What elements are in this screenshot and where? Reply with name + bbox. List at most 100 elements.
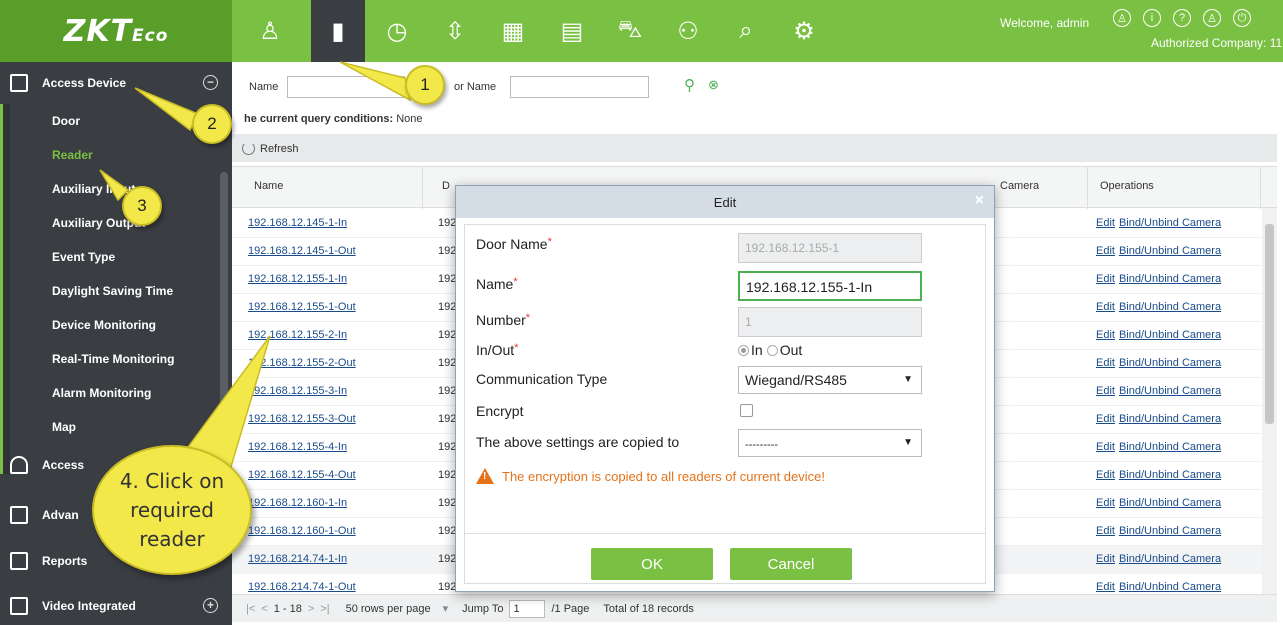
sidebar-item-door[interactable]: Door: [10, 104, 220, 138]
sidebar-scrollbar[interactable]: [220, 172, 228, 452]
rows-per-page-select[interactable]: 50 rows per page: [346, 603, 431, 615]
sidebar-item-device-monitoring[interactable]: Device Monitoring: [10, 308, 220, 342]
col-camera[interactable]: Camera: [1000, 180, 1039, 192]
bind-camera-link[interactable]: Bind/Unbind Camera: [1119, 581, 1221, 593]
sidebar-group-access-device[interactable]: Access Device −: [0, 62, 232, 104]
reader-name-link[interactable]: 192.168.214.74-1-Out: [248, 581, 356, 593]
comm-type-select[interactable]: Wiegand/RS485 ▼: [738, 366, 922, 394]
sidebar-item-alarm-monitoring[interactable]: Alarm Monitoring: [10, 376, 220, 410]
reader-name-link[interactable]: 192.168.12.155-4-In: [248, 441, 347, 453]
reader-name-link[interactable]: 192.168.12.155-3-In: [248, 385, 347, 397]
bind-camera-link[interactable]: Bind/Unbind Camera: [1119, 301, 1221, 313]
reader-name-link[interactable]: 192.168.12.155-2-Out: [248, 357, 356, 369]
video-module-icon[interactable]: ⌕: [719, 0, 773, 62]
col-operations[interactable]: Operations: [1100, 180, 1154, 192]
out-radio[interactable]: [766, 344, 778, 356]
reader-name-link[interactable]: 192.168.12.145-1-Out: [248, 245, 356, 257]
parking-module-icon[interactable]: ⛍: [603, 0, 657, 62]
jump-input[interactable]: 1: [509, 599, 546, 618]
elevator-module-icon[interactable]: ⇳: [428, 0, 482, 62]
edit-link[interactable]: Edit: [1096, 329, 1115, 341]
reader-name-link[interactable]: 192.168.214.74-1-In: [248, 553, 347, 565]
info-icon[interactable]: i: [1143, 9, 1161, 27]
col-name[interactable]: Name: [254, 180, 283, 192]
bind-camera-link[interactable]: Bind/Unbind Camera: [1119, 245, 1221, 257]
first-page-button[interactable]: |<: [246, 603, 255, 615]
encrypt-checkbox[interactable]: [740, 404, 753, 417]
building-module-icon[interactable]: ▦: [486, 0, 540, 62]
chevron-down-icon[interactable]: ▾: [443, 602, 449, 615]
cancel-button[interactable]: Cancel: [730, 548, 852, 580]
sidebar-item-event-type[interactable]: Event Type: [10, 240, 220, 274]
edit-link[interactable]: Edit: [1096, 245, 1115, 257]
visitor-module-icon[interactable]: ▤: [545, 0, 599, 62]
sidebar-item-reader[interactable]: Reader: [10, 138, 220, 172]
bind-camera-link[interactable]: Bind/Unbind Camera: [1119, 273, 1221, 285]
last-page-button[interactable]: >|: [320, 603, 329, 615]
sidebar-item-map[interactable]: Map: [10, 410, 220, 444]
bind-camera-link[interactable]: Bind/Unbind Camera: [1119, 497, 1221, 509]
out-radio-label[interactable]: Out: [780, 342, 803, 358]
bind-camera-link[interactable]: Bind/Unbind Camera: [1119, 217, 1221, 229]
bind-camera-link[interactable]: Bind/Unbind Camera: [1119, 553, 1221, 565]
reader-name-link[interactable]: 192.168.12.155-4-Out: [248, 469, 356, 481]
edit-link[interactable]: Edit: [1096, 413, 1115, 425]
sidebar-group-video-integrated[interactable]: Video Integrated +: [0, 585, 232, 625]
edit-link[interactable]: Edit: [1096, 553, 1115, 565]
copy-to-select[interactable]: --------- ▼: [738, 429, 922, 457]
next-page-button[interactable]: >: [308, 603, 314, 615]
attendance-module-icon[interactable]: ◷: [370, 0, 424, 62]
bind-camera-link[interactable]: Bind/Unbind Camera: [1119, 357, 1221, 369]
close-icon[interactable]: ×: [975, 192, 984, 210]
edit-link[interactable]: Edit: [1096, 385, 1115, 397]
user-icon[interactable]: ♙: [1113, 9, 1131, 27]
personnel-module-icon[interactable]: ♙: [243, 0, 297, 62]
in-radio[interactable]: [738, 344, 749, 356]
prev-page-button[interactable]: <: [261, 603, 267, 615]
bind-camera-link[interactable]: Bind/Unbind Camera: [1119, 469, 1221, 481]
reader-name-link[interactable]: 192.168.12.160-1-In: [248, 497, 347, 509]
access-module-icon[interactable]: ▮: [311, 0, 365, 62]
bind-camera-link[interactable]: Bind/Unbind Camera: [1119, 329, 1221, 341]
edit-link[interactable]: Edit: [1096, 441, 1115, 453]
edit-link[interactable]: Edit: [1096, 497, 1115, 509]
edit-link[interactable]: Edit: [1096, 469, 1115, 481]
name-field[interactable]: 192.168.12.155-1-In: [738, 271, 922, 301]
expand-icon[interactable]: +: [203, 598, 218, 613]
refresh-button[interactable]: Refresh: [242, 141, 299, 155]
reader-name-link[interactable]: 192.168.12.155-3-Out: [248, 413, 356, 425]
edit-link[interactable]: Edit: [1096, 217, 1115, 229]
edit-link[interactable]: Edit: [1096, 273, 1115, 285]
edit-link[interactable]: Edit: [1096, 525, 1115, 537]
sidebar-item-auxiliary-output[interactable]: Auxiliary Output: [10, 206, 220, 240]
edit-link[interactable]: Edit: [1096, 581, 1115, 593]
bind-camera-link[interactable]: Bind/Unbind Camera: [1119, 413, 1221, 425]
logout-icon[interactable]: ⏻: [1233, 9, 1251, 27]
bind-camera-link[interactable]: Bind/Unbind Camera: [1119, 525, 1221, 537]
reader-name-link[interactable]: 192.168.12.160-1-Out: [248, 525, 356, 537]
reader-name-link[interactable]: 192.168.12.155-2-In: [248, 329, 347, 341]
col-door[interactable]: D: [442, 180, 450, 192]
bind-camera-link[interactable]: Bind/Unbind Camera: [1119, 441, 1221, 453]
clear-icon[interactable]: ⊗: [708, 77, 719, 93]
in-radio-label[interactable]: In: [751, 342, 763, 358]
help-icon[interactable]: ?: [1173, 9, 1191, 27]
sidebar-item-real-time-monitoring[interactable]: Real-Time Monitoring: [10, 342, 220, 376]
sidebar-item-auxiliary-input[interactable]: Auxiliary Input: [10, 172, 220, 206]
account-icon[interactable]: ♙: [1203, 9, 1221, 27]
edit-link[interactable]: Edit: [1096, 301, 1115, 313]
grid-scrollbar[interactable]: [1262, 208, 1277, 600]
edit-link[interactable]: Edit: [1096, 357, 1115, 369]
grid-scroll-thumb[interactable]: [1265, 224, 1274, 424]
reader-name-link[interactable]: 192.168.12.155-1-In: [248, 273, 347, 285]
collapse-icon[interactable]: −: [203, 75, 218, 90]
reader-name-link[interactable]: 192.168.12.155-1-Out: [248, 301, 356, 313]
query-door-name-input[interactable]: [510, 76, 649, 98]
sidebar-item-daylight-saving-time[interactable]: Daylight Saving Time: [10, 274, 220, 308]
query-name-input[interactable]: [287, 76, 405, 98]
system-module-icon[interactable]: ⚙: [777, 0, 831, 62]
ok-button[interactable]: OK: [591, 548, 713, 580]
search-icon[interactable]: ⚲: [684, 76, 695, 94]
reader-name-link[interactable]: 192.168.12.145-1-In: [248, 217, 347, 229]
patrol-module-icon[interactable]: ⚇: [661, 0, 715, 62]
